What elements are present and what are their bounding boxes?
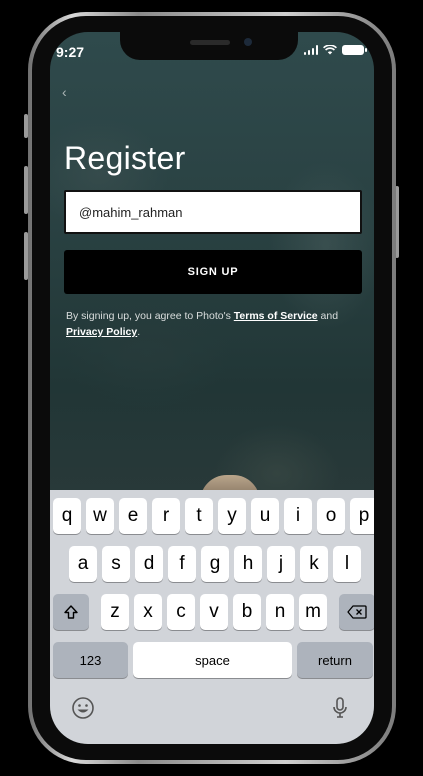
wifi-icon	[323, 45, 337, 55]
key-d[interactable]: d	[135, 546, 163, 582]
key-o[interactable]: o	[317, 498, 345, 534]
key-b[interactable]: b	[233, 594, 261, 630]
emoji-icon[interactable]	[71, 696, 95, 720]
battery-icon	[342, 45, 367, 55]
key-u[interactable]: u	[251, 498, 279, 534]
terms-of-service-link[interactable]: Terms of Service	[234, 310, 318, 322]
username-input[interactable]	[64, 190, 362, 234]
terms-suffix: .	[137, 326, 141, 338]
key-s[interactable]: s	[102, 546, 130, 582]
privacy-policy-link[interactable]: Privacy Policy	[66, 326, 137, 338]
key-w[interactable]: w	[86, 498, 114, 534]
shift-key[interactable]	[53, 594, 89, 630]
key-k[interactable]: k	[300, 546, 328, 582]
key-j[interactable]: j	[267, 546, 295, 582]
key-z[interactable]: z	[101, 594, 129, 630]
key-r[interactable]: r	[152, 498, 180, 534]
backspace-icon	[347, 605, 367, 619]
phone-frame: 9:27 ‹ Register SIGN UP By signing up, y…	[28, 12, 396, 764]
keyboard: q w e r t y u i o p a s d f g h j k l z …	[50, 490, 374, 744]
microphone-icon[interactable]	[332, 696, 348, 720]
status-icons	[303, 45, 367, 55]
terms-text: By signing up, you agree to Photo's Term…	[66, 308, 366, 340]
numbers-key[interactable]: 123	[53, 642, 128, 678]
sign-up-button[interactable]: SIGN UP	[64, 250, 362, 294]
key-i[interactable]: i	[284, 498, 312, 534]
key-m[interactable]: m	[299, 594, 327, 630]
return-key[interactable]: return	[297, 642, 373, 678]
space-key[interactable]: space	[133, 642, 292, 678]
key-h[interactable]: h	[234, 546, 262, 582]
terms-prefix: By signing up, you agree to Photo's	[66, 310, 234, 322]
shift-icon	[64, 605, 78, 619]
app-screen: 9:27 ‹ Register SIGN UP By signing up, y…	[50, 32, 374, 744]
key-t[interactable]: t	[185, 498, 213, 534]
key-f[interactable]: f	[168, 546, 196, 582]
key-l[interactable]: l	[333, 546, 361, 582]
terms-and: and	[317, 310, 339, 322]
key-e[interactable]: e	[119, 498, 147, 534]
delete-key[interactable]	[339, 594, 374, 630]
notch	[120, 32, 298, 60]
front-camera	[244, 38, 252, 46]
key-a[interactable]: a	[69, 546, 97, 582]
key-c[interactable]: c	[167, 594, 195, 630]
speaker-grille	[190, 40, 230, 45]
phone-bezel: 9:27 ‹ Register SIGN UP By signing up, y…	[32, 16, 392, 760]
key-v[interactable]: v	[200, 594, 228, 630]
key-q[interactable]: q	[53, 498, 81, 534]
key-g[interactable]: g	[201, 546, 229, 582]
status-time: 9:27	[56, 44, 85, 60]
page-title: Register	[64, 140, 186, 176]
key-n[interactable]: n	[266, 594, 294, 630]
key-y[interactable]: y	[218, 498, 246, 534]
key-x[interactable]: x	[134, 594, 162, 630]
key-p[interactable]: p	[350, 498, 374, 534]
cellular-signal-icon	[303, 45, 318, 55]
chevron-left-icon[interactable]: ‹	[62, 85, 76, 99]
